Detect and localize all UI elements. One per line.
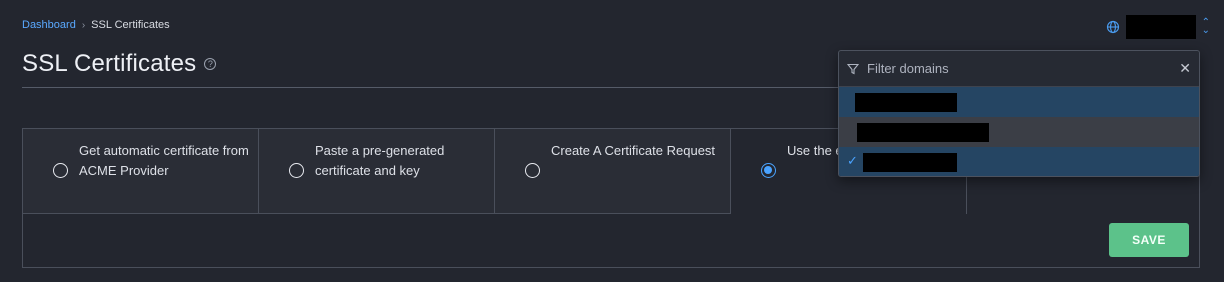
breadcrumb-current: SSL Certificates: [91, 19, 170, 31]
option-csr-radio[interactable]: [525, 163, 540, 178]
option-acme-radio[interactable]: [53, 163, 68, 178]
updown-chevron-icon[interactable]: ⌃ ⌄: [1202, 18, 1210, 36]
domain-dropdown: ✕ ✓: [838, 50, 1200, 177]
domain-option-label: [863, 153, 957, 172]
domain-option-selected[interactable]: ✓: [839, 147, 1199, 176]
option-acme-label: Get automatic certificate from ACME Prov…: [79, 143, 249, 178]
option-paste-label: Paste a pre-generated certificate and ke…: [315, 143, 445, 178]
breadcrumb-separator: ›: [81, 19, 86, 31]
domain-option-label: [855, 93, 957, 112]
option-paste-radio[interactable]: [289, 163, 304, 178]
breadcrumb: Dashboard › SSL Certificates: [22, 19, 170, 31]
domain-selector-value[interactable]: [1125, 15, 1196, 39]
option-csr[interactable]: Create A Certificate Request: [495, 129, 731, 214]
option-csr-label: Create A Certificate Request: [551, 143, 716, 158]
check-icon: ✓: [847, 153, 858, 168]
page-title: SSL Certificates: [22, 50, 197, 77]
title-divider: [22, 87, 840, 88]
option-paste[interactable]: Paste a pre-generated certificate and ke…: [259, 129, 495, 214]
filter-bar: ✕: [839, 51, 1199, 87]
save-button[interactable]: SAVE: [1109, 223, 1189, 257]
close-icon[interactable]: ✕: [1179, 60, 1191, 77]
filter-domains-input[interactable]: [865, 60, 1180, 77]
question-circle-icon[interactable]: ?: [204, 58, 217, 70]
title-row: SSL Certificates ?: [22, 50, 217, 78]
breadcrumb-dashboard-link[interactable]: Dashboard: [22, 19, 76, 31]
option-existing-radio[interactable]: [761, 163, 776, 178]
domain-selector[interactable]: ⌃ ⌄: [1106, 15, 1210, 39]
option-acme[interactable]: Get automatic certificate from ACME Prov…: [23, 129, 259, 214]
domain-option-label: [857, 123, 989, 142]
filter-icon: [847, 63, 859, 74]
globe-icon: [1106, 20, 1119, 34]
domain-option[interactable]: [839, 87, 1199, 117]
domain-option[interactable]: [839, 117, 1199, 147]
